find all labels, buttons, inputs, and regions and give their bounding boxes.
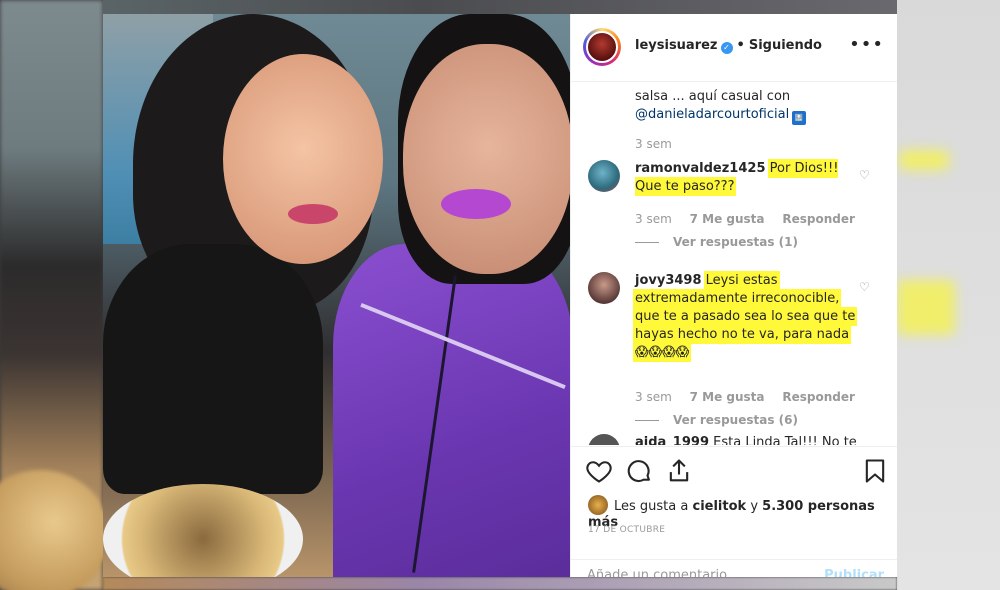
view-replies-label: Ver respuestas (6) <box>673 413 798 427</box>
reply-button[interactable]: Responder <box>782 212 855 226</box>
post-photo[interactable] <box>103 14 570 577</box>
post-sidebar: leysisuarez ✓ • Siguiendo ••• salsa ... aqu… <box>570 14 897 577</box>
comment-likes-link[interactable]: 7 Me gusta <box>690 212 765 226</box>
view-replies-link[interactable]: Ver respuestas (1) <box>635 235 798 249</box>
backdrop-right <box>897 0 1000 590</box>
comment-text-line: hayas hecho no te va, para nada <box>635 327 850 342</box>
comment-text-line: Leysi estas <box>705 273 778 288</box>
commenter-username[interactable]: jovy3498 <box>635 273 702 288</box>
more-options-icon[interactable]: ••• <box>849 34 884 55</box>
like-heart-icon[interactable] <box>585 457 613 485</box>
commenter-avatar[interactable] <box>588 160 620 192</box>
add-comment-input[interactable]: Añade un comentario... <box>587 568 739 577</box>
likes-connector: y <box>750 499 759 514</box>
caption-mention-link[interactable]: @danieladarcourtoficial <box>635 107 789 122</box>
commenter-username[interactable]: ramonvaldez1425 <box>635 161 766 176</box>
post-header: leysisuarez ✓ • Siguiendo ••• <box>571 14 897 82</box>
backdrop-top <box>103 0 903 14</box>
likes-prefix: Les gusta a <box>614 499 689 514</box>
profile-avatar[interactable] <box>583 28 621 66</box>
like-comment-heart-icon[interactable]: ♡ <box>859 280 870 294</box>
caption-timestamp: 3 sem <box>635 137 672 151</box>
publish-button[interactable]: Publicar <box>824 568 884 577</box>
post-card: leysisuarez ✓ • Siguiendo ••• salsa ... aqu… <box>103 14 897 577</box>
post-date: 17 DE OCTUBRE <box>588 525 666 535</box>
post-actions: Les gusta a cielitok y 5.300 personas má… <box>571 446 897 577</box>
separator-dot: • <box>736 38 745 53</box>
comment-timestamp: 3 sem <box>635 212 672 226</box>
backdrop-bottom <box>103 577 897 590</box>
comment-text-line: que te a pasado sea lo sea que te <box>635 309 856 324</box>
add-comment-bar: Añade un comentario... Publicar <box>571 559 897 577</box>
commenter-avatar[interactable] <box>588 272 620 304</box>
comment-bubble-icon[interactable] <box>625 457 653 485</box>
view-replies-label: Ver respuestas (1) <box>673 235 798 249</box>
comment-meta: 3 sem 7 Me gusta Responder <box>635 390 869 404</box>
liker-avatar <box>588 495 608 515</box>
flag-emoji-icon: 🔝 <box>792 111 807 125</box>
comment-meta: 3 sem 7 Me gusta Responder <box>635 212 869 226</box>
like-comment-heart-icon[interactable]: ♡ <box>859 168 870 182</box>
share-icon[interactable] <box>665 457 693 485</box>
reply-button[interactable]: Responder <box>782 390 855 404</box>
caption-text: salsa ... aquí casual con <box>635 89 791 104</box>
view-replies-link[interactable]: Ver respuestas (6) <box>635 413 798 427</box>
comments-list[interactable]: salsa ... aquí casual con @danieladarcou… <box>571 82 897 445</box>
post-username[interactable]: leysisuarez <box>635 38 718 53</box>
backdrop-left <box>0 0 110 590</box>
comment-text-line: extremadamente irreconocible, <box>635 291 840 306</box>
comment-text: Esta Linda Tal!!! No te <box>713 435 857 445</box>
save-bookmark-icon[interactable] <box>861 457 889 485</box>
commenter-avatar[interactable] <box>588 434 620 445</box>
comment-timestamp: 3 sem <box>635 390 672 404</box>
verified-badge-icon: ✓ <box>720 42 733 54</box>
follow-status-button[interactable]: Siguiendo <box>749 38 822 53</box>
liker-username-link[interactable]: cielitok <box>692 499 746 514</box>
post-caption: salsa ... aquí casual con @danieladarcou… <box>635 88 875 125</box>
comment-emojis: 😱😱😱😱 <box>635 345 690 360</box>
comment-likes-link[interactable]: 7 Me gusta <box>690 390 765 404</box>
commenter-username[interactable]: aida_1999 <box>635 435 709 445</box>
